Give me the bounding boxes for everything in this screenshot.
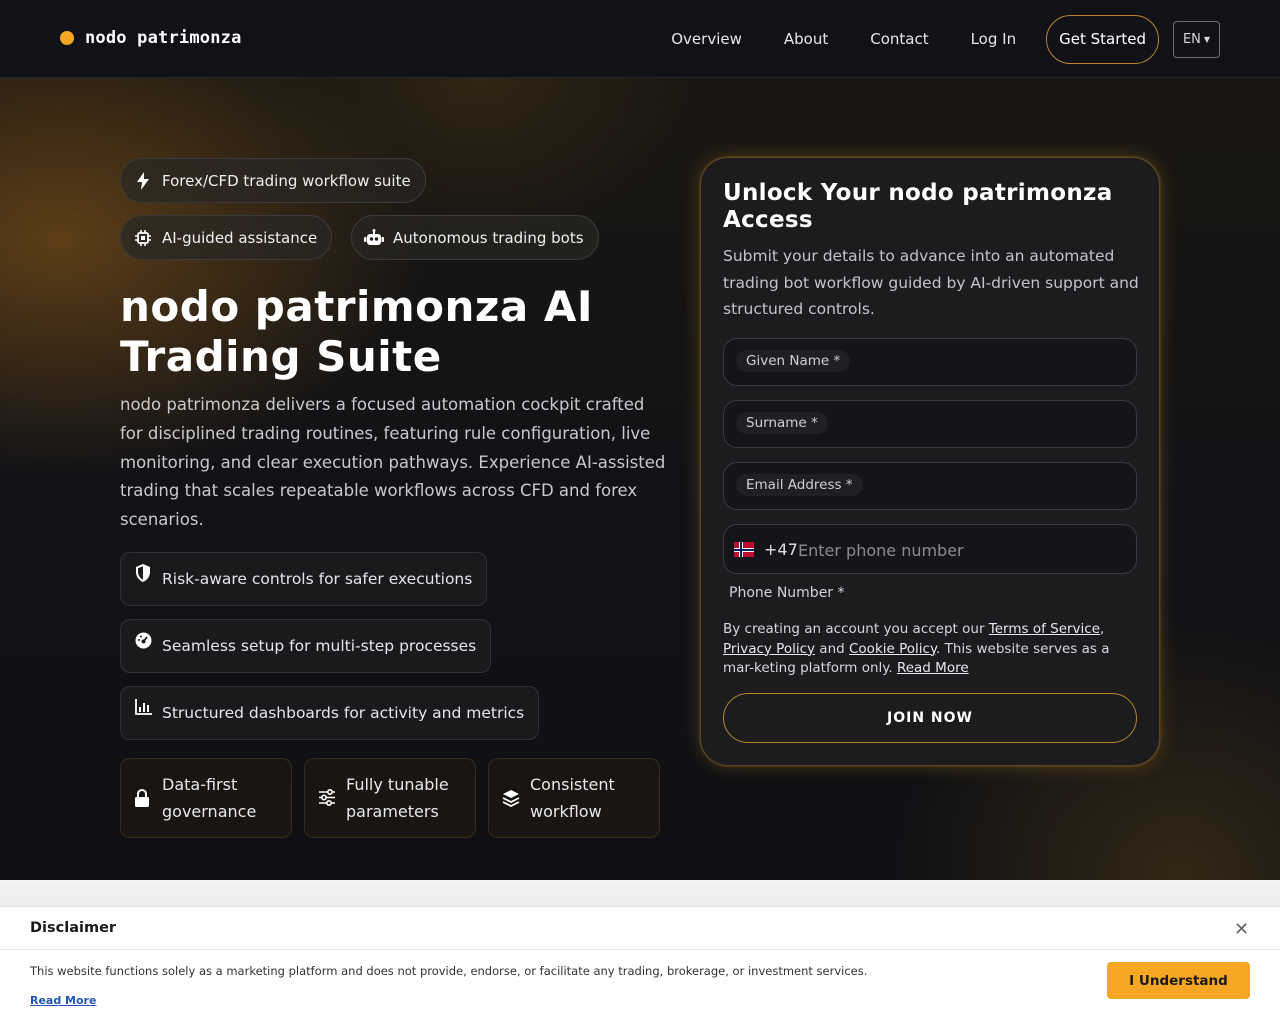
nav-link-contact[interactable]: Contact	[870, 30, 928, 48]
chip-trading-bots: Autonomous trading bots	[351, 215, 599, 260]
join-now-button[interactable]: JOIN NOW	[723, 693, 1137, 743]
hero-title: nodo patrimonza AI Trading Suite	[120, 282, 593, 381]
nav-link-about[interactable]: About	[784, 30, 828, 48]
phone-input[interactable]	[798, 539, 1118, 561]
robot-icon	[364, 228, 384, 248]
shield-icon	[134, 564, 152, 582]
tile-tunable-parameters: Fully tunable parameters	[304, 758, 476, 838]
given-name-field[interactable]: Given Name *	[723, 338, 1137, 386]
lock-icon	[134, 789, 152, 807]
tile-label: Data-first governance	[162, 775, 257, 821]
terms-and: and	[815, 640, 849, 657]
surname-label: Surname *	[736, 412, 828, 434]
section-divider	[0, 880, 1280, 906]
terms-comma: ,	[1100, 621, 1105, 637]
disclaimer-text: This website functions solely as a marke…	[30, 964, 868, 978]
nav-link-login[interactable]: Log In	[971, 30, 1017, 48]
language-selector[interactable]: EN ▼	[1173, 20, 1220, 58]
phone-label: Phone Number *	[729, 585, 845, 601]
form-title: Unlock Your nodo patrimonza Access	[723, 180, 1113, 233]
given-name-label: Given Name *	[736, 350, 851, 372]
dial-code: +47	[764, 540, 798, 559]
chevron-down-icon: ▼	[1203, 34, 1211, 44]
signup-card: Unlock Your nodo patrimonza Access Submi…	[700, 157, 1160, 766]
phone-field: +47	[723, 524, 1137, 574]
chip-label: Autonomous trading bots	[393, 228, 584, 247]
tile-label: Consistent workflow	[530, 775, 615, 821]
privacy-policy-link[interactable]: Privacy Policy	[723, 641, 815, 657]
form-subtitle: Submit your details to advance into an a…	[723, 247, 1139, 318]
layers-icon	[502, 789, 520, 807]
lightning-icon	[133, 171, 153, 191]
get-started-button[interactable]: Get Started	[1046, 14, 1159, 64]
terms-read-more-link[interactable]: Read More	[897, 660, 969, 676]
terms-of-service-link[interactable]: Terms of Service	[989, 621, 1100, 637]
tile-data-governance: Data-first governance	[120, 758, 292, 838]
chip-label: Forex/CFD trading workflow suite	[162, 171, 411, 190]
hero-description: nodo patrimonza delivers a focused autom…	[120, 395, 666, 530]
terms-text: By creating an account you accept our Te…	[723, 620, 1143, 679]
norway-flag-icon[interactable]	[734, 542, 754, 557]
feature-label: Structured dashboards for activity and m…	[162, 704, 525, 722]
gauge-icon	[134, 631, 152, 649]
bar-chart-icon	[134, 698, 152, 716]
disclaimer-banner: Disclaimer ✕ This website functions sole…	[0, 906, 1280, 1024]
brand-logo[interactable]: nodo patrimonza	[60, 28, 242, 48]
terms-prefix: By creating an account you accept our	[723, 621, 989, 637]
chip-label: AI-guided assistance	[162, 228, 318, 247]
feature-dashboards: Structured dashboards for activity and m…	[120, 686, 540, 740]
feature-seamless-setup: Seamless setup for multi-step processes	[120, 619, 492, 673]
disclaimer-read-more-link[interactable]: Read More	[30, 994, 96, 1007]
tile-consistent-workflow: Consistent workflow	[488, 758, 660, 838]
language-label: EN	[1182, 31, 1201, 47]
disclaimer-divider	[0, 949, 1280, 950]
feature-risk-controls: Risk-aware controls for safer executions	[120, 552, 488, 606]
brand-name: nodo patrimonza	[85, 28, 242, 48]
surname-field[interactable]: Surname *	[723, 400, 1137, 448]
brand-dot-icon	[60, 31, 74, 45]
i-understand-button[interactable]: I Understand	[1107, 962, 1250, 999]
chip-icon	[133, 228, 153, 248]
top-nav: nodo patrimonza Overview About Contact L…	[0, 0, 1280, 78]
cookie-policy-link[interactable]: Cookie Policy	[849, 641, 936, 657]
email-field[interactable]: Email Address *	[723, 462, 1137, 510]
email-label: Email Address *	[736, 474, 863, 496]
close-icon[interactable]: ✕	[1234, 919, 1249, 940]
feature-label: Seamless setup for multi-step processes	[162, 637, 477, 655]
chip-ai-assistance: AI-guided assistance	[120, 215, 333, 260]
feature-label: Risk-aware controls for safer executions	[162, 570, 473, 588]
sliders-icon	[318, 789, 336, 807]
nav-link-overview[interactable]: Overview	[671, 30, 742, 48]
disclaimer-title: Disclaimer	[30, 920, 117, 936]
chip-forex-suite: Forex/CFD trading workflow suite	[120, 158, 426, 203]
tile-label: Fully tunable parameters	[346, 775, 449, 821]
nav-links: Overview About Contact Log In Get Starte…	[671, 14, 1220, 64]
